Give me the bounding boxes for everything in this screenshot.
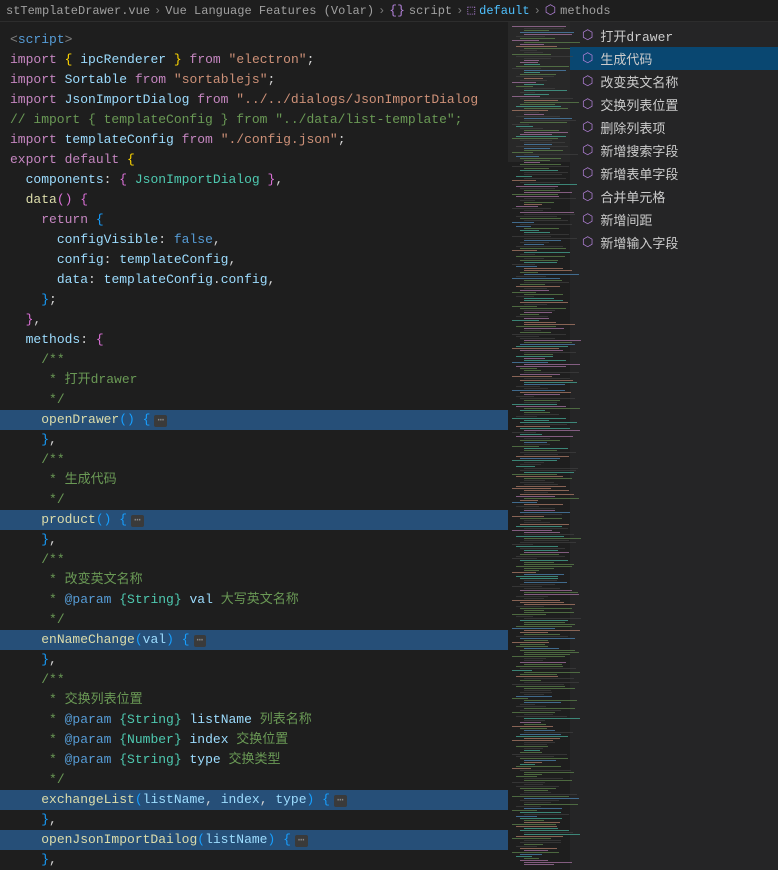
fold-indicator[interactable]: ⋯	[131, 515, 144, 527]
code-line: components: { JsonImportDialog },	[10, 170, 502, 190]
code-line: },	[10, 530, 502, 550]
code-line: * @param {String} val 大写英文名称	[10, 590, 502, 610]
code-line: export default {	[10, 150, 502, 170]
code-line: import Sortable from "sortablejs";	[10, 70, 502, 90]
code-line: <script>	[10, 30, 502, 50]
code-map-list: ⬡ 打开drawer ⬡ 生成代码 ⬡ 改变英文名称 ⬡ 交换列表位置 ⬡ 删除列表项 ⬡ 新增搜索字…	[570, 22, 778, 254]
method-icon: ⬡	[582, 97, 593, 112]
method-icon: ⬡	[582, 28, 593, 43]
fold-indicator[interactable]: ⋯	[154, 415, 167, 427]
chevron-right-icon: ›	[456, 4, 463, 18]
method-icon: ⬡	[582, 143, 593, 158]
code-line: enNameChange(val) {⋯	[0, 630, 508, 650]
code-line: * 改变英文名称	[10, 570, 502, 590]
code-line: */	[10, 390, 502, 410]
code-line: */	[10, 490, 502, 510]
fold-indicator[interactable]: ⋯	[194, 635, 207, 647]
code-map-item-label: 改变英文名称	[600, 72, 678, 91]
code-map-item-label: 新增输入字段	[600, 233, 678, 252]
method-icon: ⬡	[582, 212, 593, 227]
minimap[interactable]	[508, 22, 570, 870]
code-map-item[interactable]: ⬡ 新增间距	[570, 208, 778, 231]
breadcrumb-item-ext[interactable]: Vue Language Features (Volar)	[165, 4, 374, 18]
code-line: data() {	[10, 190, 502, 210]
code-line: * 交换列表位置	[10, 690, 502, 710]
code-line: openJsonImportDailog(listName) {⋯	[0, 830, 508, 850]
code-line: import JsonImportDialog from "../../dial…	[10, 90, 502, 110]
code-line: methods: {	[10, 330, 502, 350]
code-line: },	[10, 810, 502, 830]
code-map-item[interactable]: ⬡ 交换列表位置	[570, 93, 778, 116]
method-icon: ⬡	[582, 51, 593, 66]
code-line: },	[10, 850, 502, 870]
code-line: product() {⋯	[0, 510, 508, 530]
method-icon: ⬡	[582, 74, 593, 89]
constant-icon: ⬚	[467, 3, 475, 18]
code-editor[interactable]: <script>import { ipcRenderer } from "ele…	[0, 22, 508, 870]
code-line: * 打开drawer	[10, 370, 502, 390]
code-line: // import { templateConfig } from "../da…	[10, 110, 502, 130]
code-map-item-label: 交换列表位置	[600, 95, 678, 114]
code-line: },	[10, 650, 502, 670]
code-map-item-label: 合并单元格	[600, 187, 665, 206]
braces-icon: {}	[389, 3, 405, 18]
fold-indicator[interactable]: ⋯	[295, 835, 308, 847]
chevron-right-icon: ›	[534, 4, 541, 18]
breadcrumb-item-default[interactable]: default	[479, 4, 529, 18]
code-map-item[interactable]: ⬡ 新增输入字段	[570, 231, 778, 254]
code-line: /**	[10, 670, 502, 690]
code-map-item[interactable]: ⬡ 新增表单字段	[570, 162, 778, 185]
chevron-right-icon: ›	[154, 4, 161, 18]
code-line: /**	[10, 450, 502, 470]
code-line: */	[10, 610, 502, 630]
code-map-item-label: 删除列表项	[600, 118, 665, 137]
code-map-item-label: 新增表单字段	[600, 164, 678, 183]
code-map-item-label: 新增搜索字段	[600, 141, 678, 160]
code-map-item-label: 新增间距	[600, 210, 652, 229]
code-line: exchangeList(listName, index, type) {⋯	[0, 790, 508, 810]
code-line: import { ipcRenderer } from "electron";	[10, 50, 502, 70]
method-icon: ⬡	[582, 189, 593, 204]
chevron-right-icon: ›	[378, 4, 385, 18]
breadcrumb-item-script[interactable]: script	[409, 4, 452, 18]
code-line: import templateConfig from "./config.jso…	[10, 130, 502, 150]
code-line: /**	[10, 350, 502, 370]
code-line: data: templateConfig.config,	[10, 270, 502, 290]
code-line: config: templateConfig,	[10, 250, 502, 270]
code-line: */	[10, 770, 502, 790]
code-map-item[interactable]: ⬡ 打开drawer	[570, 24, 778, 47]
code-line: * @param {String} type 交换类型	[10, 750, 502, 770]
method-icon: ⬡	[582, 235, 593, 250]
code-line: openDrawer() {⋯	[0, 410, 508, 430]
code-map-item[interactable]: ⬡ 改变英文名称	[570, 70, 778, 93]
code-map-item[interactable]: ⬡ 生成代码	[570, 47, 778, 70]
breadcrumb-item-file[interactable]: stTemplateDrawer.vue	[6, 4, 150, 18]
code-line: },	[10, 310, 502, 330]
code-line: return {	[10, 210, 502, 230]
breadcrumb: stTemplateDrawer.vue › Vue Language Feat…	[0, 0, 778, 22]
code-map-item[interactable]: ⬡ 删除列表项	[570, 116, 778, 139]
code-line: configVisible: false,	[10, 230, 502, 250]
code-line: },	[10, 430, 502, 450]
code-line: * 生成代码	[10, 470, 502, 490]
code-map-item-label: 打开drawer	[600, 26, 673, 45]
method-icon: ⬡	[582, 166, 593, 181]
code-map-item[interactable]: ⬡ 合并单元格	[570, 185, 778, 208]
breadcrumb-item-methods[interactable]: methods	[560, 4, 610, 18]
method-icon: ⬡	[582, 120, 593, 135]
code-line: /**	[10, 550, 502, 570]
method-icon: ⬡	[545, 3, 556, 18]
code-line: * @param {String} listName 列表名称	[10, 710, 502, 730]
code-map-item-label: 生成代码	[600, 49, 652, 68]
code-line: };	[10, 290, 502, 310]
code-line: * @param {Number} index 交换位置	[10, 730, 502, 750]
code-map-item[interactable]: ⬡ 新增搜索字段	[570, 139, 778, 162]
fold-indicator[interactable]: ⋯	[334, 795, 347, 807]
